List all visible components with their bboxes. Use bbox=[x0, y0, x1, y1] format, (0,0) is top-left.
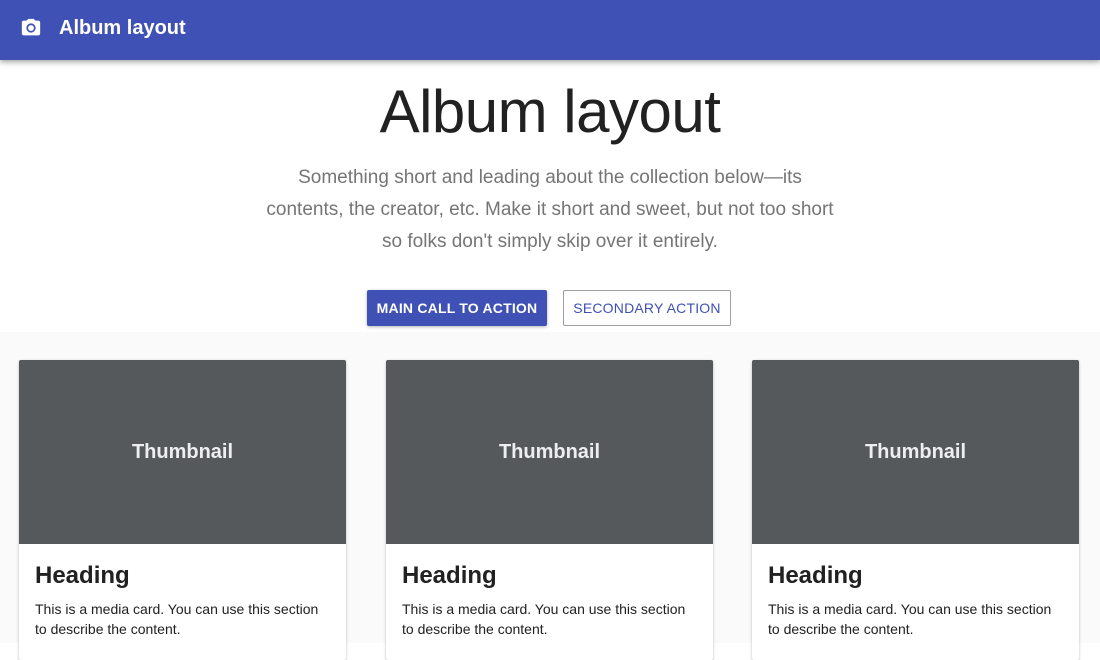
card-description: This is a media card. You can use this s… bbox=[768, 601, 1052, 637]
thumbnail-label: Thumbnail bbox=[864, 441, 967, 463]
hero-section: Album layout Something short and leading… bbox=[0, 60, 1100, 332]
card-heading: Heading bbox=[35, 562, 130, 589]
card-heading: Heading bbox=[768, 562, 863, 589]
card-heading: Heading bbox=[402, 562, 497, 589]
camera-icon bbox=[21, 18, 41, 36]
card-thumbnail[interactable]: Thumbnail bbox=[752, 360, 1079, 544]
media-card: Thumbnail Heading This is a media card. … bbox=[19, 360, 346, 660]
card-description: This is a media card. You can use this s… bbox=[402, 601, 686, 637]
app-bar: Album layout bbox=[0, 0, 1100, 60]
album-grid: Thumbnail Heading This is a media card. … bbox=[0, 332, 1100, 660]
secondary-action-button[interactable]: SECONDARY ACTION bbox=[563, 290, 731, 326]
card-description: This is a media card. You can use this s… bbox=[35, 601, 319, 637]
media-card: Thumbnail Heading This is a media card. … bbox=[386, 360, 713, 660]
card-thumbnail[interactable]: Thumbnail bbox=[19, 360, 346, 544]
page-title: Album layout bbox=[379, 78, 721, 145]
media-card: Thumbnail Heading This is a media card. … bbox=[752, 360, 1079, 660]
main-call-to-action-button[interactable]: MAIN CALL TO ACTION bbox=[367, 290, 547, 326]
thumbnail-label: Thumbnail bbox=[131, 441, 234, 463]
app-title: Album layout bbox=[59, 17, 186, 39]
hero-description: Something short and leading about the co… bbox=[266, 167, 834, 252]
card-thumbnail[interactable]: Thumbnail bbox=[386, 360, 713, 544]
thumbnail-label: Thumbnail bbox=[498, 441, 601, 463]
